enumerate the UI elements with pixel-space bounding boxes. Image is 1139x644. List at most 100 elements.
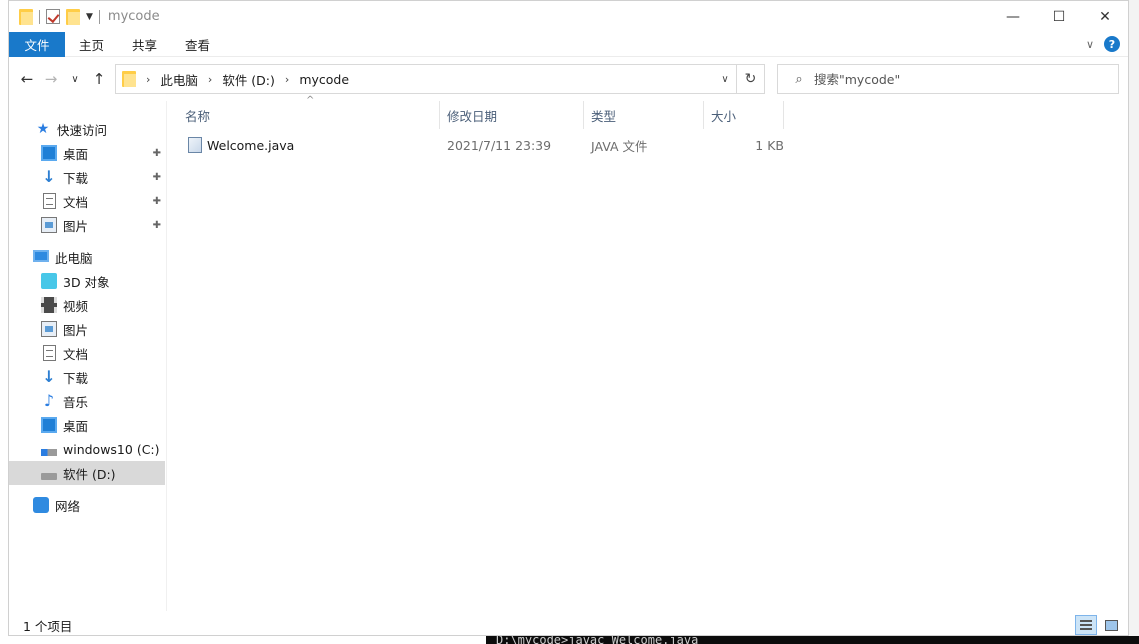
sidebar-item-label: 3D 对象 [63, 274, 110, 290]
column-header-label: 大小 [711, 108, 737, 124]
file-type: JAVA 文件 [591, 138, 648, 154]
file-row[interactable]: Welcome.java 2021/7/11 23:39 JAVA 文件 1 K… [178, 133, 798, 157]
sidebar-item-3d-objects[interactable]: 3D 对象 [9, 269, 165, 293]
ribbon-tabs: 文件 主页 共享 查看 ∨ ? [9, 31, 1128, 57]
sidebar-item-label: 图片 [63, 322, 89, 338]
sidebar-item-label: 下载 [63, 370, 89, 386]
sidebar-item-label: 网络 [55, 498, 81, 514]
view-toggle-group [1075, 615, 1128, 635]
customize-toolbar-dropdown-icon[interactable]: ▼ [86, 12, 93, 22]
column-header-label: 修改日期 [447, 108, 498, 124]
sidebar-item-desktop[interactable]: 桌面 [9, 413, 165, 437]
refresh-icon[interactable]: ↻ [736, 65, 764, 93]
minimize-button[interactable]: — [990, 1, 1036, 32]
sidebar-item-documents[interactable]: 文档 [9, 341, 165, 365]
drive-icon [41, 472, 57, 480]
search-box[interactable]: ⌕ [777, 64, 1119, 94]
tab-file[interactable]: 文件 [9, 31, 65, 57]
network-icon [33, 497, 49, 513]
sidebar-item-quick-access[interactable]: ★ 快速访问 [9, 117, 165, 141]
desktop-icon [41, 417, 57, 433]
address-history-dropdown-icon[interactable]: ∨ [714, 74, 736, 85]
folder-icon [122, 71, 136, 87]
navigation-bar: ← → ∨ ↑ › 此电脑 › 软件 (D:) › mycode ∨ ↻ ⌕ [9, 57, 1128, 101]
details-view-icon [1080, 620, 1092, 630]
sidebar-item-pictures[interactable]: 图片 [9, 317, 165, 341]
sidebar-item-documents-pinned[interactable]: 文档 ✚ [9, 189, 165, 213]
sidebar-item-downloads[interactable]: ↓ 下载 [9, 365, 165, 389]
sidebar-item-label: 快速访问 [57, 122, 108, 138]
download-arrow-icon: ↓ [42, 367, 56, 386]
large-icons-view-button[interactable] [1100, 615, 1122, 635]
pin-icon[interactable]: ✚ [153, 220, 161, 231]
pane-divider[interactable] [166, 101, 167, 611]
sidebar-item-downloads-pinned[interactable]: ↓ 下载 ✚ [9, 165, 165, 189]
breadcrumb-this-pc[interactable]: 此电脑 [160, 70, 198, 89]
column-header-modified[interactable]: 修改日期 [440, 101, 584, 129]
chevron-right-icon[interactable]: › [208, 73, 212, 86]
terminal-line: D:\mycode>javac Welcome.java [496, 636, 699, 644]
chevron-right-icon[interactable]: › [285, 73, 289, 86]
sidebar-item-network[interactable]: 网络 [9, 493, 165, 517]
ribbon-right: ∨ ? [1086, 36, 1128, 52]
window-title: mycode [107, 9, 160, 24]
sidebar-item-pictures-pinned[interactable]: 图片 ✚ [9, 213, 165, 237]
explorer-window: ▼ mycode — ☐ ✕ 文件 主页 共享 查看 ∨ ? ← → ∨ ↑ ›… [8, 0, 1129, 636]
breadcrumb-mycode[interactable]: mycode [299, 72, 349, 87]
new-folder-icon[interactable] [66, 8, 80, 25]
pin-icon[interactable]: ✚ [153, 196, 161, 207]
search-icon: ⌕ [795, 71, 803, 87]
sidebar-item-label: windows10 (C:) [63, 441, 160, 457]
tab-share[interactable]: 共享 [118, 32, 171, 57]
file-size: 1 KB [755, 137, 784, 153]
item-count: 1 个项目 [23, 618, 73, 634]
computer-icon [33, 250, 49, 262]
maximize-button[interactable]: ☐ [1036, 1, 1082, 32]
column-header-name[interactable]: 名称 [178, 101, 440, 129]
sidebar-item-desktop-pinned[interactable]: 桌面 ✚ [9, 141, 165, 165]
forward-button[interactable]: → [39, 70, 63, 88]
help-icon[interactable]: ? [1104, 36, 1120, 52]
star-icon: ★ [36, 121, 50, 137]
sidebar-item-this-pc[interactable]: 此电脑 [9, 245, 165, 269]
sidebar-item-label: 图片 [63, 218, 89, 234]
tab-home[interactable]: 主页 [65, 32, 118, 57]
pin-icon[interactable]: ✚ [153, 148, 161, 159]
document-icon [43, 345, 56, 361]
column-header-size[interactable]: 大小 [704, 101, 784, 129]
recent-locations-icon[interactable]: ∨ [63, 74, 87, 85]
chevron-right-icon[interactable]: › [146, 73, 150, 86]
sidebar-item-videos[interactable]: 视频 [9, 293, 165, 317]
back-button[interactable]: ← [15, 70, 39, 88]
tab-view[interactable]: 查看 [171, 32, 224, 57]
toolbar-divider [39, 9, 40, 24]
desktop-icon [41, 145, 57, 161]
column-header-label: 类型 [591, 108, 617, 124]
document-icon [43, 193, 56, 209]
sidebar-item-label: 桌面 [63, 418, 89, 434]
file-name: Welcome.java [207, 137, 295, 153]
address-bar[interactable]: › 此电脑 › 软件 (D:) › mycode ∨ ↻ [115, 64, 765, 94]
java-file-icon [188, 137, 202, 153]
column-divider[interactable] [783, 101, 784, 129]
column-headers: ^ 名称 修改日期 类型 大小 [178, 95, 798, 129]
column-header-label: 名称 [185, 108, 211, 124]
picture-icon [41, 321, 57, 337]
sidebar-item-music[interactable]: ♪ 音乐 [9, 389, 165, 413]
expand-ribbon-icon[interactable]: ∨ [1086, 38, 1094, 51]
sidebar-item-label: 此电脑 [55, 250, 93, 266]
properties-icon[interactable] [46, 9, 60, 24]
file-name-cell[interactable]: Welcome.java [178, 133, 440, 157]
sidebar-item-drive-c[interactable]: windows10 (C:) [9, 437, 165, 461]
close-button[interactable]: ✕ [1082, 1, 1128, 32]
up-button[interactable]: ↑ [87, 70, 111, 88]
search-input[interactable] [814, 71, 1104, 87]
sidebar-item-drive-d[interactable]: 软件 (D:) [9, 461, 165, 485]
column-header-type[interactable]: 类型 [584, 101, 704, 129]
sidebar-item-label: 下载 [63, 170, 89, 186]
details-view-button[interactable] [1075, 615, 1097, 635]
breadcrumb-drive-d[interactable]: 软件 (D:) [222, 70, 275, 89]
sidebar-item-label: 文档 [63, 194, 89, 210]
pin-icon[interactable]: ✚ [153, 172, 161, 183]
window-controls: — ☐ ✕ [990, 1, 1128, 32]
